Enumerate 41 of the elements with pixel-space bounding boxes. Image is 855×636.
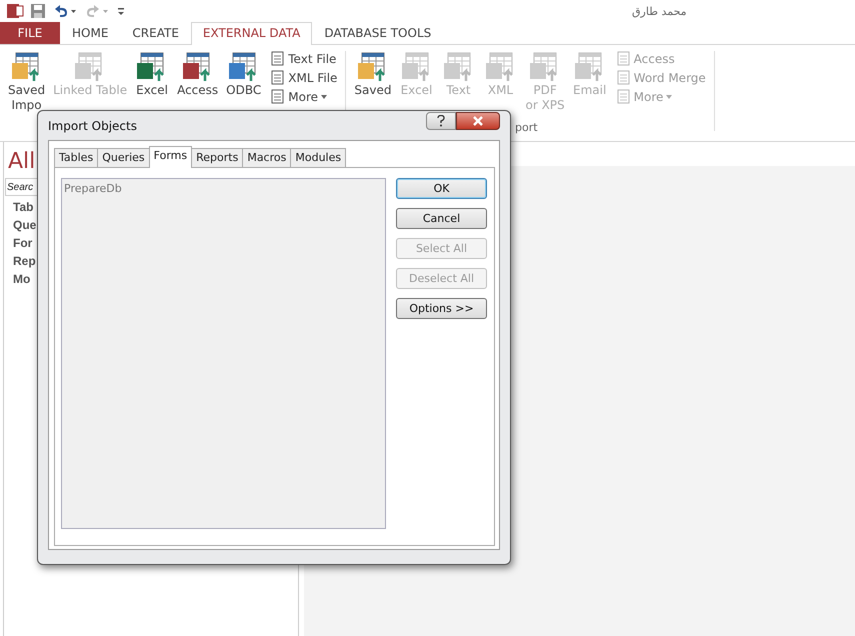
app-icon[interactable]: [6, 2, 24, 20]
ribbon-small-button[interactable]: Text File: [269, 51, 338, 67]
dialog-tab[interactable]: Forms: [148, 146, 192, 168]
dialog-button[interactable]: Options >>: [396, 298, 487, 319]
close-button[interactable]: [456, 112, 500, 130]
group-label: port: [515, 121, 538, 134]
ribbon-button[interactable]: Saved: [350, 51, 396, 98]
caret-icon: [666, 95, 672, 99]
dialog-tab[interactable]: Macros: [242, 148, 292, 167]
close-icon: [472, 116, 484, 126]
ribbon-button[interactable]: Excel: [131, 51, 174, 98]
dialog-tab[interactable]: Queries: [97, 148, 150, 167]
document-icon: [269, 70, 286, 86]
document-icon: [269, 89, 286, 105]
save-icon[interactable]: [30, 3, 46, 19]
dialog-button[interactable]: OK: [396, 178, 487, 199]
dialog-tab[interactable]: Reports: [191, 148, 244, 167]
help-icon: [437, 114, 445, 126]
document-icon: [614, 89, 631, 105]
user-name: محمد طارق: [632, 4, 687, 18]
document-icon: [614, 51, 631, 67]
help-button[interactable]: [426, 112, 456, 130]
ribbon-tab[interactable]: CREATE: [120, 22, 191, 44]
caret-icon: [321, 95, 328, 99]
ribbon-tab[interactable]: DATABASE TOOLS: [312, 22, 444, 44]
ribbon-button[interactable]: ODBC: [222, 51, 266, 98]
dialog-tab[interactable]: Tables: [54, 148, 98, 167]
document-icon: [269, 51, 286, 67]
ribbon-button[interactable]: Access: [173, 51, 222, 98]
list-item[interactable]: PrepareDb: [64, 182, 383, 195]
dialog-title: Import Objects: [48, 118, 137, 132]
dialog-tab[interactable]: Modules: [290, 148, 346, 167]
ribbon-tab[interactable]: EXTERNAL DATA: [190, 22, 312, 45]
ribbon-small-button[interactable]: XML File: [269, 70, 338, 86]
ribbon-tab[interactable]: FILE: [0, 22, 60, 44]
ribbon-small-button[interactable]: More: [269, 89, 338, 105]
ribbon-tab[interactable]: HOME: [60, 22, 120, 44]
ribbon-button[interactable]: Saved Impo: [4, 51, 50, 113]
object-list[interactable]: PrepareDb: [61, 178, 386, 529]
dialog-button[interactable]: Cancel: [396, 208, 487, 229]
document-icon: [614, 70, 631, 86]
